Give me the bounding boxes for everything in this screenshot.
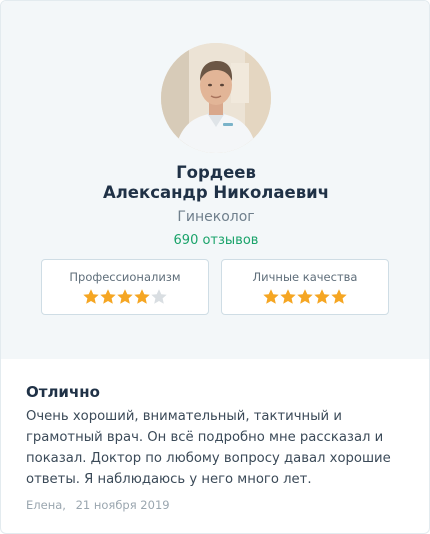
doctor-last-name: Гордеев	[176, 163, 256, 182]
doctor-avatar	[161, 43, 271, 153]
star-filled-icon	[330, 288, 348, 306]
star-filled-icon	[116, 288, 134, 306]
star-filled-icon	[82, 288, 100, 306]
doctor-name: Гордеев Александр Николаевич	[1, 163, 429, 203]
doctor-specialty: Гинеколог	[177, 209, 255, 225]
rating-personal-qualities: Личные качества	[221, 259, 389, 315]
rating-label: Профессионализм	[69, 270, 181, 284]
review-text: Очень хороший, внимательный, тактичный и…	[26, 409, 391, 487]
star-filled-icon	[133, 288, 151, 306]
star-filled-icon	[279, 288, 297, 306]
star-filled-icon	[99, 288, 117, 306]
star-empty-icon	[150, 288, 168, 306]
review-author: Елена,	[26, 498, 66, 512]
doctor-profile-section: Гордеев Александр Николаевич Гинеколог 6…	[1, 1, 429, 359]
star-rating	[222, 288, 388, 306]
rating-professionalism: Профессионализм	[41, 259, 209, 315]
star-filled-icon	[313, 288, 331, 306]
doctor-review-card: Гордеев Александр Николаевич Гинеколог 6…	[0, 0, 430, 534]
review-title: Отлично	[26, 383, 100, 401]
review-date: 21 ноября 2019	[75, 498, 170, 512]
doctor-first-middle-name: Александр Николаевич	[102, 183, 330, 202]
star-filled-icon	[262, 288, 280, 306]
rating-label: Личные качества	[252, 270, 358, 284]
star-filled-icon	[296, 288, 314, 306]
review-meta: Елена, 21 ноября 2019	[26, 498, 411, 512]
star-rating	[42, 288, 208, 306]
reviews-count-link[interactable]: 690 отзывов	[1, 233, 429, 248]
review: Отлично Очень хороший, внимательный, так…	[26, 381, 411, 512]
